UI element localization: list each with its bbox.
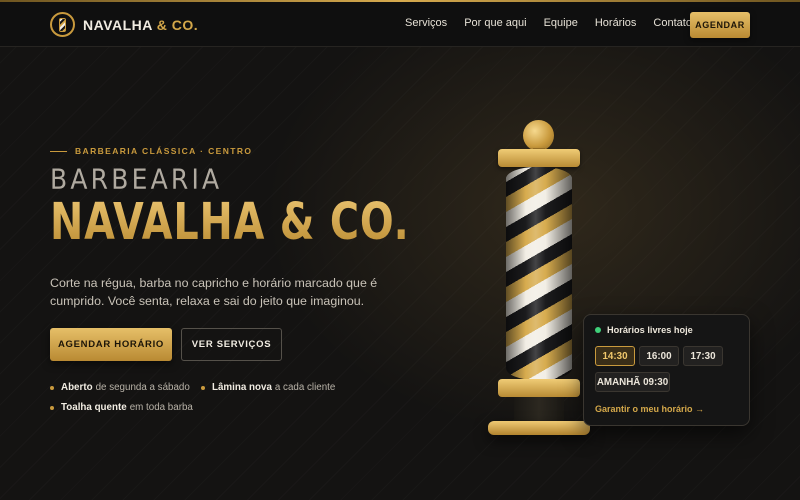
top-navbar: NAVALHA & CO. Serviços Por que aqui Equi…	[0, 2, 800, 47]
brand-logo[interactable]: NAVALHA & CO.	[50, 12, 198, 37]
reserve-slot-link[interactable]: Garantir o meu horário →	[595, 404, 704, 414]
barber-pole-icon	[50, 12, 75, 37]
bullet-icon	[50, 385, 54, 390]
feature-strong: Toalha quente	[61, 402, 127, 413]
time-slot[interactable]: 16:00	[639, 346, 679, 366]
availability-header: Horários livres hoje	[595, 325, 693, 335]
nav-link-contato[interactable]: Contato	[653, 17, 692, 29]
feature-strong: Lâmina nova	[212, 382, 272, 393]
hero-lead: Corte na régua, barba no capricho e horá…	[50, 276, 378, 308]
pole-top-cap	[498, 149, 580, 167]
feature-text: a cada cliente	[274, 382, 336, 393]
time-slot[interactable]: 17:30	[683, 346, 723, 366]
feature-text: em toda barba	[129, 402, 193, 413]
live-status-icon	[595, 327, 601, 333]
hero-title-small: BARBEARIA	[50, 163, 223, 195]
pole-stem	[514, 397, 564, 421]
pole-striped-tube	[506, 167, 572, 380]
nav-link-servicos[interactable]: Serviços	[405, 17, 447, 29]
hero-eyebrow: BARBEARIA CLÁSSICA · CENTRO	[50, 146, 252, 156]
bullet-icon	[50, 405, 54, 410]
feature-item: Toalha quente em toda barba	[50, 402, 193, 413]
pole-top-ball	[523, 120, 554, 151]
brand-name-main: NAVALHA	[83, 16, 153, 33]
time-slot-tomorrow[interactable]: AMANHÃ 09:30	[595, 372, 670, 392]
brand-name: NAVALHA & CO.	[83, 17, 198, 33]
nav-link-horarios[interactable]: Horários	[595, 17, 637, 29]
eyebrow-text: BARBEARIA CLÁSSICA · CENTRO	[75, 146, 253, 156]
bullet-icon	[201, 385, 205, 390]
brand-name-suffix: & CO.	[156, 16, 199, 33]
pole-base	[488, 421, 590, 435]
schedule-appointment-button[interactable]: AGENDAR HORÁRIO	[50, 328, 172, 361]
availability-title: Horários livres hoje	[607, 325, 693, 335]
feature-text: de segunda a sábado	[95, 382, 190, 393]
feature-strong: Aberto	[61, 382, 93, 393]
nav-links: Serviços Por que aqui Equipe Horários Co…	[405, 17, 709, 29]
pole-bottom-cap	[498, 379, 580, 397]
feature-item: Aberto de segunda a sábado	[50, 382, 190, 393]
hero-title-big: NAVALHA & CO.	[50, 193, 410, 252]
nav-link-equipe[interactable]: Equipe	[544, 17, 578, 29]
availability-card: Horários livres hoje 14:30 16:00 17:30 A…	[583, 314, 750, 426]
barber-pole-illustration	[486, 118, 592, 438]
eyebrow-line	[50, 150, 67, 152]
time-slot-selected[interactable]: 14:30	[595, 346, 635, 366]
nav-schedule-button[interactable]: AGENDAR	[690, 12, 750, 38]
nav-link-por-que-aqui[interactable]: Por que aqui	[464, 17, 526, 29]
view-services-button[interactable]: VER SERVIÇOS	[181, 328, 282, 361]
feature-item: Lâmina nova a cada cliente	[201, 382, 335, 393]
